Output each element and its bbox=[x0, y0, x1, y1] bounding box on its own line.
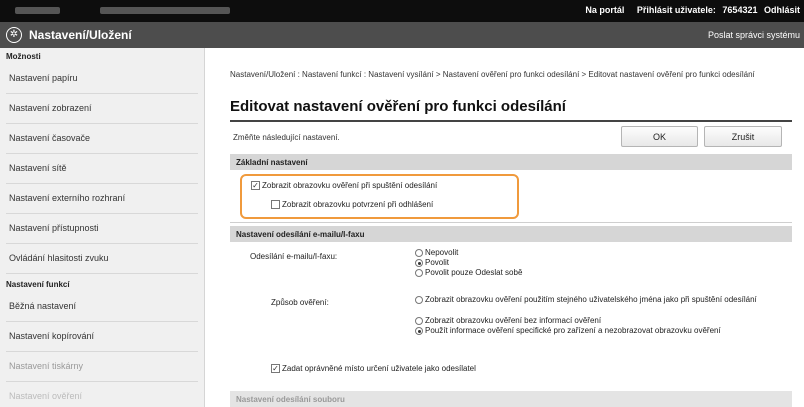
instructions-text: Změňte následující nastavení. bbox=[233, 133, 340, 142]
checkbox-checked-icon[interactable]: ✓ bbox=[251, 181, 260, 190]
blurred-url-part bbox=[100, 7, 230, 14]
section-divider bbox=[230, 222, 792, 223]
sender-checkbox[interactable]: ✓ Zadat oprávněné místo určení uživatele… bbox=[271, 364, 476, 373]
sidebar-item-authentication[interactable]: Nastavení ověření bbox=[6, 382, 198, 407]
section-folder-settings: Nastavení odesílání souboru bbox=[230, 391, 792, 407]
sidebar-heading-functions: Nastavení funkcí bbox=[6, 280, 70, 289]
auth-method-option-label: Zobrazit obrazovku ověření použitím stej… bbox=[425, 295, 757, 304]
show-auth-screen-label: Zobrazit obrazovku ověření při spuštění … bbox=[262, 181, 438, 190]
sidebar-item-printer[interactable]: Nastavení tiskárny bbox=[6, 352, 198, 382]
radio-unselected-icon[interactable] bbox=[415, 296, 423, 304]
title-divider bbox=[230, 120, 792, 122]
top-bar: Na portál Přihlásit uživatele: 7654321 O… bbox=[0, 0, 804, 22]
email-send-option-label: Nepovolit bbox=[425, 248, 459, 257]
sidebar-item-network[interactable]: Nastavení sítě bbox=[6, 154, 198, 184]
logout-link[interactable]: Odhlásit bbox=[764, 5, 800, 15]
show-logout-confirm-checkbox[interactable]: Zobrazit obrazovku potvrzení při odhláše… bbox=[271, 200, 433, 209]
email-send-label: Odesílání e-mailu/I-faxu: bbox=[250, 252, 338, 261]
sidebar-item-volume[interactable]: Ovládání hlasitosti zvuku bbox=[6, 244, 198, 274]
sender-checkbox-label: Zadat oprávněné místo určení uživatele j… bbox=[282, 364, 476, 373]
show-auth-screen-checkbox[interactable]: ✓ Zobrazit obrazovku ověření při spuštěn… bbox=[251, 181, 437, 190]
email-send-option-self-only[interactable]: Povolit pouze Odeslat sobě bbox=[415, 268, 522, 277]
email-send-option-label: Povolit pouze Odeslat sobě bbox=[425, 268, 523, 277]
sidebar-item-common[interactable]: Běžná nastavení bbox=[6, 292, 198, 322]
section-basic-settings: Základní nastavení bbox=[230, 154, 792, 170]
ok-button[interactable]: OK bbox=[621, 126, 698, 147]
sidebar-item-display[interactable]: Nastavení zobrazení bbox=[6, 94, 198, 124]
top-bar-links: Na portál Přihlásit uživatele: 7654321 O… bbox=[575, 5, 800, 15]
radio-unselected-icon[interactable] bbox=[415, 249, 423, 257]
show-logout-confirm-label: Zobrazit obrazovku potvrzení při odhláše… bbox=[282, 200, 434, 209]
checkbox-unchecked-icon[interactable] bbox=[271, 200, 280, 209]
radio-selected-icon[interactable] bbox=[415, 327, 423, 335]
sidebar-item-copy[interactable]: Nastavení kopírování bbox=[6, 322, 198, 352]
settings-logo-icon: ✲ bbox=[6, 27, 22, 43]
blurred-url-part bbox=[15, 7, 60, 14]
login-user-label: Přihlásit uživatele: bbox=[636, 5, 716, 15]
mail-admin-link[interactable]: Poslat správci systému bbox=[708, 30, 800, 40]
sidebar-item-paper[interactable]: Nastavení papíru bbox=[6, 64, 198, 94]
sidebar-heading-options: Možnosti bbox=[6, 52, 41, 61]
email-send-option-label: Povolit bbox=[425, 258, 450, 267]
sidebar: Možnosti Nastavení papíru Nastavení zobr… bbox=[0, 48, 205, 407]
email-send-option-allow[interactable]: Povolit bbox=[415, 258, 449, 267]
auth-method-option-device-specific[interactable]: Použít informace ověření specifické pro … bbox=[415, 326, 721, 335]
radio-selected-icon[interactable] bbox=[415, 259, 423, 267]
email-send-option-disallow[interactable]: Nepovolit bbox=[415, 248, 458, 257]
title-bar: ✲ Nastavení/Uložení Poslat správci systé… bbox=[0, 22, 804, 48]
auth-method-option-no-info[interactable]: Zobrazit obrazovku ověření bez informací… bbox=[415, 316, 601, 325]
auth-method-option-label: Zobrazit obrazovku ověření bez informací… bbox=[425, 316, 602, 325]
section-email-settings: Nastavení odesílání e-mailu/I-faxu bbox=[230, 226, 792, 242]
user-id: 7654321 bbox=[722, 5, 758, 15]
breadcrumb: Nastavení/Uložení : Nastavení funkcí : N… bbox=[230, 70, 755, 79]
auth-method-label: Způsob ověření: bbox=[271, 298, 329, 307]
portal-link[interactable]: Na portál bbox=[585, 5, 624, 15]
cancel-button[interactable]: Zrušit bbox=[704, 126, 782, 147]
radio-unselected-icon[interactable] bbox=[415, 317, 423, 325]
sidebar-item-accessibility[interactable]: Nastavení přístupnosti bbox=[6, 214, 198, 244]
page-header-title: Nastavení/Uložení bbox=[29, 28, 132, 42]
auth-method-option-label: Použít informace ověření specifické pro … bbox=[425, 326, 721, 335]
radio-unselected-icon[interactable] bbox=[415, 269, 423, 277]
sidebar-item-external-interface[interactable]: Nastavení externího rozhraní bbox=[6, 184, 198, 214]
sidebar-item-timer[interactable]: Nastavení časovače bbox=[6, 124, 198, 154]
checkbox-checked-icon[interactable]: ✓ bbox=[271, 364, 280, 373]
auth-method-option-same-user[interactable]: Zobrazit obrazovku ověření použitím stej… bbox=[415, 295, 757, 304]
page-title: Editovat nastavení ověření pro funkci od… bbox=[230, 98, 566, 115]
